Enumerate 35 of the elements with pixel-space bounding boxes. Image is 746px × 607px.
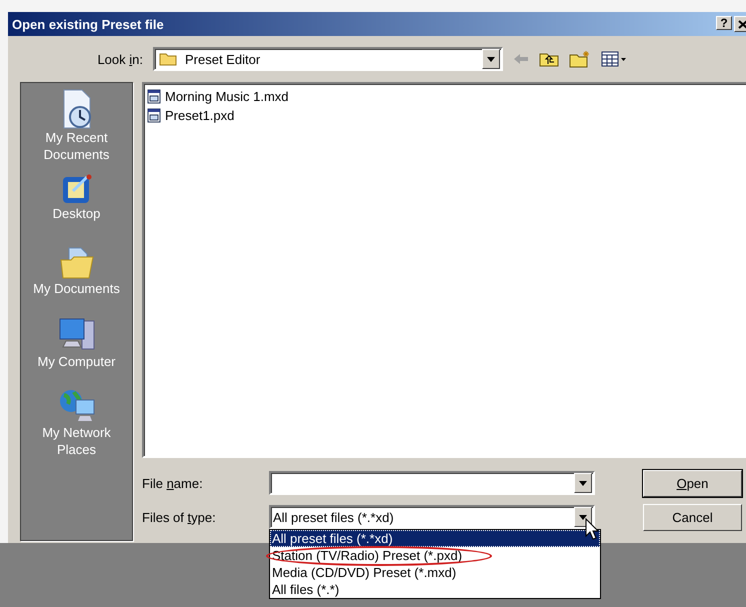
dropdown-arrow-button[interactable] [482, 49, 500, 69]
look-in-label: Look in: [96, 52, 143, 66]
desktop-icon [60, 173, 92, 205]
file-item[interactable]: Preset1.pxd [147, 106, 746, 125]
place-item[interactable]: My Documents [28, 246, 124, 297]
globe-computer-icon [58, 388, 96, 424]
dropdown-option[interactable]: Media (CD/DVD) Preset (*.mxd) [270, 564, 600, 581]
new-folder-icon[interactable] [569, 50, 591, 68]
dropdown-option[interactable]: All files (*.*) [270, 581, 600, 598]
file-name-label: File name: [142, 476, 204, 490]
open-button[interactable]: Open [643, 470, 742, 496]
place-item[interactable]: My Recent Documents [28, 89, 124, 163]
file-item[interactable]: Morning Music 1.mxd [147, 87, 746, 106]
dropdown-option[interactable]: Station (TV/Radio) Preset (*.pxd) [270, 547, 600, 564]
file-name-field[interactable] [269, 471, 595, 495]
file-icon [147, 108, 161, 123]
dropdown-option[interactable]: All preset files (*.*xd) [270, 530, 600, 547]
caret-icon [487, 56, 495, 62]
dropdown-arrow-button[interactable] [574, 507, 592, 527]
caret-icon [579, 480, 587, 486]
caret-icon [579, 514, 587, 520]
file-icon [147, 89, 161, 104]
up-folder-icon[interactable] [539, 51, 559, 67]
folder-icon [159, 52, 177, 66]
help-button[interactable]: ? [716, 16, 732, 30]
view-menu-icon[interactable] [601, 51, 627, 67]
folder-documents-icon [58, 246, 94, 280]
window-title: Open existing Preset file [12, 16, 164, 32]
place-item[interactable]: Desktop [28, 173, 124, 222]
place-item[interactable]: My Network Places [28, 388, 124, 458]
cancel-button[interactable]: Cancel [643, 504, 742, 530]
place-item[interactable]: My Computer [28, 317, 124, 370]
files-of-type-label: Files of type: [142, 510, 217, 524]
look-in-dropdown[interactable]: Preset Editor [153, 47, 503, 71]
dropdown-arrow-button[interactable] [574, 473, 592, 493]
